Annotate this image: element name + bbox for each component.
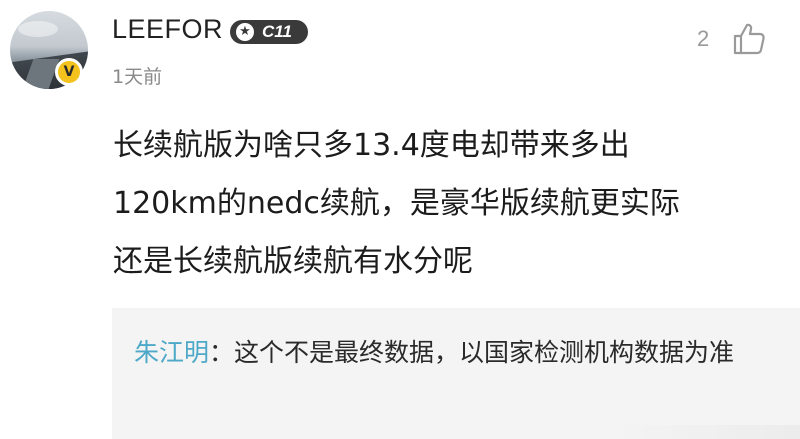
comment-body: 长续航版为啥只多13.4度电却带来多出 120km的nedc续航，是豪华版续航更… xyxy=(113,117,773,291)
star-icon: ★ xyxy=(236,23,254,41)
reply-author[interactable]: 朱江明 xyxy=(134,338,209,367)
username[interactable]: LEEFOR xyxy=(112,14,223,45)
reply-separator: ： xyxy=(209,338,235,367)
reply-content: 朱江明：这个不是最终数据，以国家检测机构数据为准 xyxy=(134,332,754,374)
verified-badge: V xyxy=(55,58,83,86)
reply-box[interactable]: 朱江明：这个不是最终数据，以国家检测机构数据为准 xyxy=(112,308,800,439)
comment-timestamp: 1天前 xyxy=(112,66,163,88)
comment-line: 长续航版为啥只多13.4度电却带来多出 xyxy=(113,128,630,163)
level-label: C11 xyxy=(262,22,292,41)
avatar-cloud xyxy=(18,21,58,37)
reply-text: 这个不是最终数据，以国家检测机构数据为准 xyxy=(234,338,735,367)
comment-line: 120km的nedc续航，是豪华版续航更实际 xyxy=(113,186,680,221)
like-count: 2 xyxy=(697,26,710,51)
watermark xyxy=(610,425,800,439)
thumbs-up-icon[interactable] xyxy=(732,22,766,56)
level-badge: ★ C11 xyxy=(230,20,308,44)
comment-line: 还是长续航版续航有水分呢 xyxy=(113,244,473,279)
